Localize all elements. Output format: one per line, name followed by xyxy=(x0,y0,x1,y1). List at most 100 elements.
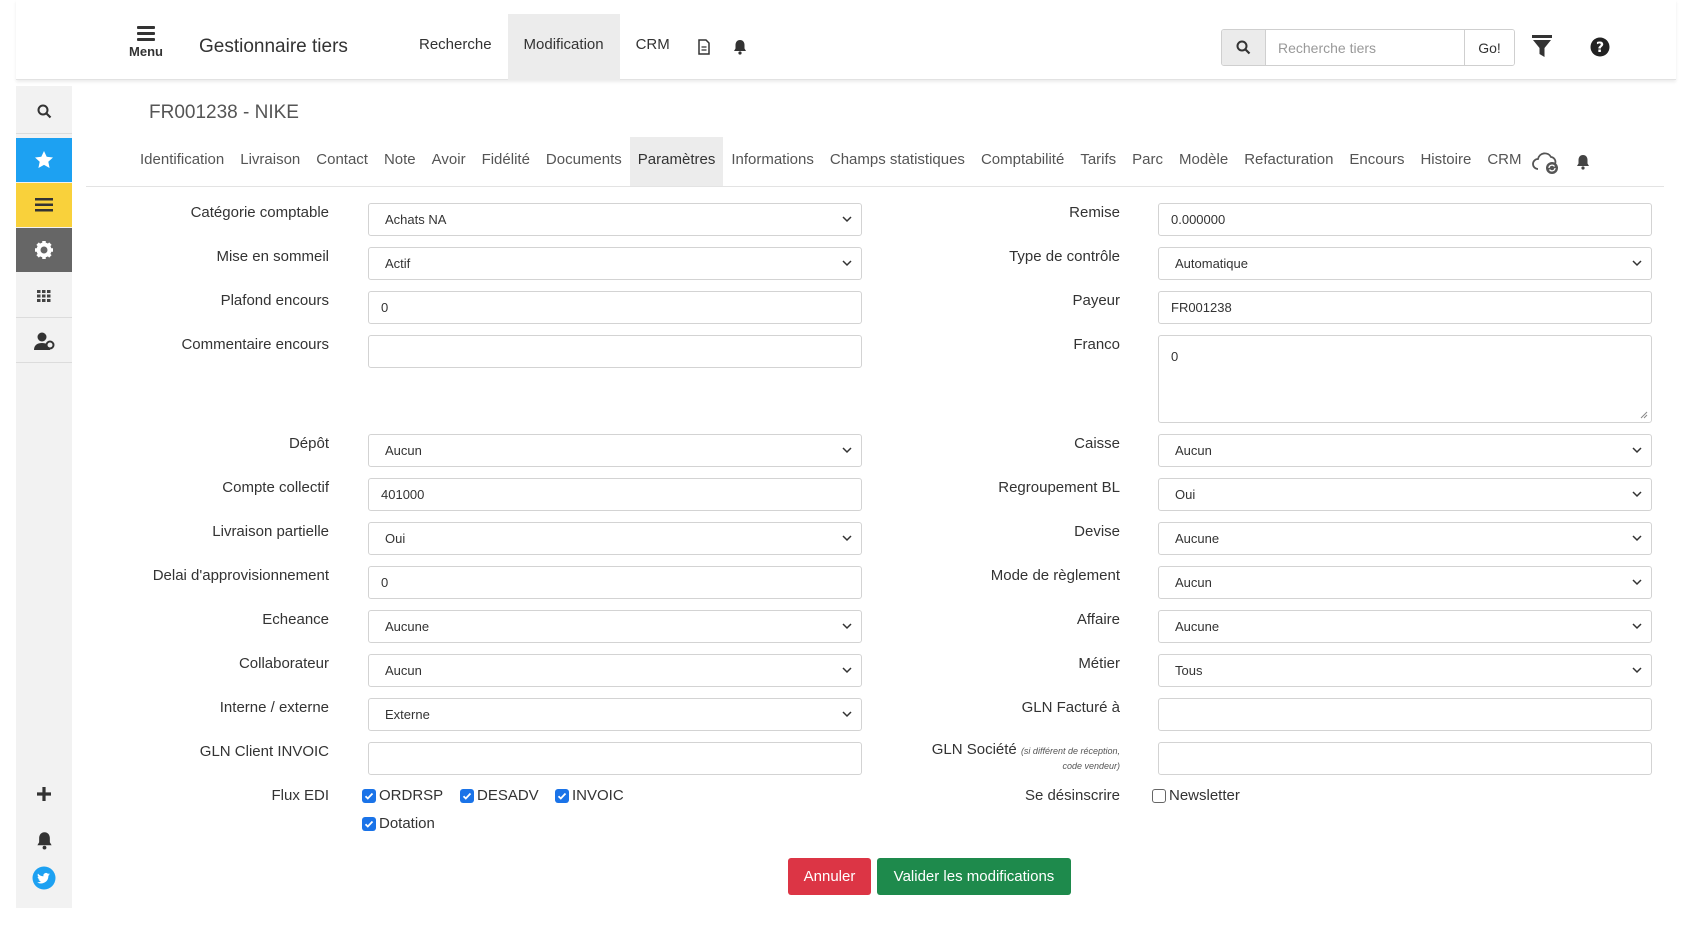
select-devise[interactable]: Aucune xyxy=(1158,522,1652,555)
tab-parametres[interactable]: Paramètres xyxy=(629,137,724,187)
document-icon[interactable] xyxy=(686,14,722,80)
search-icon xyxy=(37,104,51,119)
input-remise[interactable]: 0.000000 xyxy=(1158,203,1652,236)
input-gln-client-invoic[interactable] xyxy=(368,742,862,775)
sidebar-add[interactable] xyxy=(16,772,72,816)
select-caisse-value: Aucun xyxy=(1175,443,1212,458)
label-payeur: Payeur xyxy=(1072,292,1120,309)
cancel-button[interactable]: Annuler xyxy=(788,858,871,895)
tab-crm[interactable]: CRM xyxy=(1479,137,1529,187)
tab-refacturation[interactable]: Refacturation xyxy=(1236,137,1341,187)
bell-icon[interactable] xyxy=(722,14,758,80)
search-input[interactable] xyxy=(1266,30,1464,65)
input-compte-collectif[interactable]: 401000 xyxy=(368,478,862,511)
sidebar-list[interactable] xyxy=(16,183,72,227)
chevron-down-icon xyxy=(1632,535,1642,542)
tab-identification[interactable]: Identification xyxy=(132,137,232,187)
star-icon xyxy=(35,151,53,168)
input-delai-value: 0 xyxy=(381,575,389,590)
sidebar-settings[interactable] xyxy=(16,228,72,272)
input-payeur[interactable]: FR001238 xyxy=(1158,291,1652,324)
tab-alerts[interactable] xyxy=(1565,137,1601,187)
select-sommeil-value: Actif xyxy=(385,256,411,271)
tab-encours[interactable]: Encours xyxy=(1341,137,1412,187)
filter-button[interactable] xyxy=(1531,34,1553,63)
input-gln-facture[interactable] xyxy=(1158,698,1652,731)
search-group: Go! xyxy=(1221,29,1515,66)
checkbox-invoic-label: INVOIC xyxy=(572,787,624,804)
tab-sync[interactable] xyxy=(1529,137,1565,187)
select-caisse[interactable]: Aucun xyxy=(1158,434,1652,467)
checkbox-dotation-label: Dotation xyxy=(379,815,435,832)
select-collaborateur[interactable]: Aucun xyxy=(368,654,862,687)
label-plafond-encours: Plafond encours xyxy=(220,292,329,309)
go-button[interactable]: Go! xyxy=(1464,30,1514,65)
checkbox-invoic[interactable]: INVOIC xyxy=(555,787,624,804)
tab-champs-statistiques[interactable]: Champs statistiques xyxy=(822,137,973,187)
tab-fidelite[interactable]: Fidélité xyxy=(474,137,538,187)
sidebar-search[interactable] xyxy=(16,90,72,134)
search-icon xyxy=(1236,40,1251,55)
checkbox-newsletter[interactable]: Newsletter xyxy=(1152,787,1240,804)
select-echeance[interactable]: Aucune xyxy=(368,610,862,643)
sidebar-apps[interactable] xyxy=(16,274,72,318)
chevron-down-icon xyxy=(1632,623,1642,630)
tab-livraison[interactable]: Livraison xyxy=(232,137,308,187)
tab-documents[interactable]: Documents xyxy=(538,137,630,187)
tab-note[interactable]: Note xyxy=(376,137,424,187)
hamburger-icon xyxy=(137,26,155,41)
tab-modele[interactable]: Modèle xyxy=(1171,137,1236,187)
label-depot: Dépôt xyxy=(288,435,329,452)
select-type-controle[interactable]: Automatique xyxy=(1158,247,1652,280)
checkbox-ordrsp[interactable]: ORDRSP xyxy=(362,787,443,804)
sidebar-users[interactable] xyxy=(16,319,72,363)
select-categorie-comptable[interactable]: Achats NA xyxy=(368,203,862,236)
resize-grip-icon[interactable] xyxy=(1639,410,1648,419)
tab-comptabilite[interactable]: Comptabilité xyxy=(973,137,1072,187)
checkbox-desadv[interactable]: DESADV xyxy=(460,787,539,804)
label-gln-societe-note1: (si différent de réception, xyxy=(1020,746,1120,756)
tab-avoir[interactable]: Avoir xyxy=(424,137,474,187)
input-commentaire-encours[interactable] xyxy=(368,335,862,368)
chevron-down-icon xyxy=(842,216,852,223)
nav-modification[interactable]: Modification xyxy=(507,14,620,80)
tab-bar: Identification Livraison Contact Note Av… xyxy=(132,137,1601,187)
save-button[interactable]: Valider les modifications xyxy=(877,858,1071,895)
label-devise: Devise xyxy=(1074,523,1120,540)
help-button[interactable]: ? xyxy=(1590,37,1610,62)
nav-crm[interactable]: CRM xyxy=(620,14,686,80)
textarea-franco[interactable]: 0 xyxy=(1158,335,1652,423)
tab-contact[interactable]: Contact xyxy=(308,137,376,187)
input-plafond-encours[interactable]: 0 xyxy=(368,291,862,324)
select-depot[interactable]: Aucun xyxy=(368,434,862,467)
select-regroupement-bl[interactable]: Oui xyxy=(1158,478,1652,511)
checkbox-dotation[interactable]: Dotation xyxy=(362,815,435,832)
tab-informations[interactable]: Informations xyxy=(723,137,822,187)
input-gln-societe[interactable] xyxy=(1158,742,1652,775)
chevron-down-icon xyxy=(842,711,852,718)
select-affaire[interactable]: Aucune xyxy=(1158,610,1652,643)
search-button[interactable] xyxy=(1222,30,1266,65)
select-metier[interactable]: Tous xyxy=(1158,654,1652,687)
sidebar-favorites[interactable] xyxy=(16,138,72,182)
menu-button[interactable]: Menu xyxy=(126,26,166,59)
sidebar-twitter[interactable] xyxy=(16,856,72,900)
label-echeance: Echeance xyxy=(262,611,329,628)
select-mise-en-sommeil[interactable]: Actif xyxy=(368,247,862,280)
select-livraison-partielle[interactable]: Oui xyxy=(368,522,862,555)
plus-icon xyxy=(37,787,51,801)
select-interne-externe[interactable]: Externe xyxy=(368,698,862,731)
select-mode-reglement[interactable]: Aucun xyxy=(1158,566,1652,599)
select-mode-value: Aucun xyxy=(1175,575,1212,590)
grid-icon xyxy=(37,289,51,302)
checkbox-desadv-label: DESADV xyxy=(477,787,539,804)
check-icon xyxy=(460,788,474,803)
tab-tarifs[interactable]: Tarifs xyxy=(1072,137,1124,187)
tab-histoire[interactable]: Histoire xyxy=(1412,137,1479,187)
chevron-down-icon xyxy=(842,447,852,454)
input-delai-approvisionnement[interactable]: 0 xyxy=(368,566,862,599)
bell-icon xyxy=(1577,155,1590,170)
tab-parc[interactable]: Parc xyxy=(1124,137,1171,187)
input-remise-value: 0.000000 xyxy=(1171,212,1226,227)
nav-recherche[interactable]: Recherche xyxy=(403,14,508,80)
